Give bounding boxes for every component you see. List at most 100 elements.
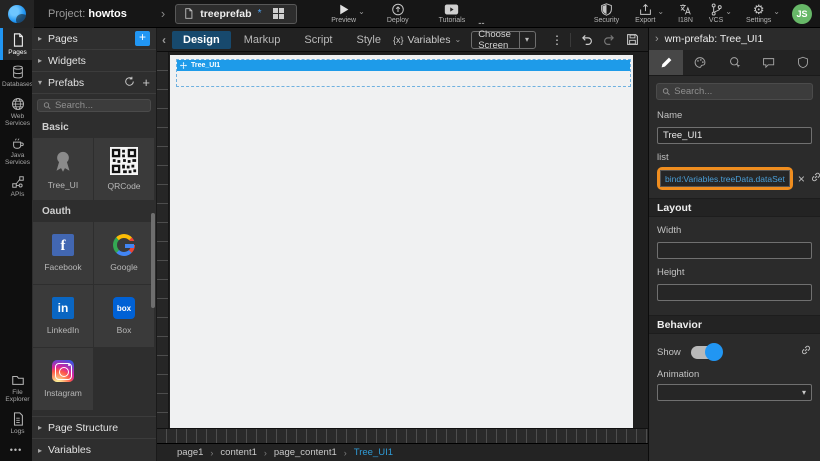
width-field-input[interactable] xyxy=(657,242,812,259)
rail-item-java-services[interactable]: Java Services xyxy=(0,131,32,170)
settings-caret-icon[interactable]: ⌄ xyxy=(773,7,780,16)
rail-item-file-explorer[interactable]: File Explorer xyxy=(0,368,32,407)
canvas-more-menu[interactable]: ⋮ xyxy=(544,33,571,47)
section-prefabs[interactable]: ▾ Prefabs + xyxy=(32,72,156,94)
deploy-button[interactable]: Deploy xyxy=(387,3,409,24)
rail-item-apis[interactable]: APIs xyxy=(0,170,32,202)
i18n-button[interactable]: I18N xyxy=(678,3,693,24)
screen-size-select[interactable]: -- Choose Screen Size -- ▾ xyxy=(471,31,536,49)
widget-title-bar[interactable]: Tree_UI1 xyxy=(177,60,630,71)
vcs-caret-icon[interactable]: ⌄ xyxy=(725,7,732,16)
wavemaker-studio: Project: howtos › treeprefab * Preview ⌄… xyxy=(0,0,820,461)
breadcrumb-page1[interactable]: page1 xyxy=(177,447,203,458)
breadcrumb-content1[interactable]: content1 xyxy=(220,447,256,458)
variables-dropdown[interactable]: {x} Variables ⌄ xyxy=(393,34,461,46)
box-icon: box xyxy=(113,297,135,319)
section-pages[interactable]: ▸ Pages + xyxy=(32,28,156,50)
behavior-section-header[interactable]: Behavior xyxy=(649,315,820,334)
prefab-tile-google[interactable]: Google xyxy=(94,222,154,284)
prefab-tile-instagram[interactable]: Instagram xyxy=(33,348,93,410)
properties-search-input[interactable] xyxy=(674,86,807,97)
tab-script[interactable]: Script xyxy=(293,31,343,49)
show-toggle[interactable] xyxy=(691,346,721,359)
prefab-tile-box[interactable]: box Box xyxy=(94,285,154,347)
prefab-tile-linkedin[interactable]: in LinkedIn xyxy=(33,285,93,347)
add-prefab-icon[interactable]: + xyxy=(142,78,150,88)
rail-label: Logs xyxy=(10,428,24,435)
bind-link-icon[interactable] xyxy=(810,170,820,188)
vcs-button[interactable]: VCS xyxy=(709,3,723,24)
rail-item-databases[interactable]: Databases xyxy=(0,60,32,92)
refresh-prefabs-icon[interactable] xyxy=(124,74,135,92)
animation-select[interactable]: ▾ xyxy=(657,384,812,401)
settings-button[interactable]: ⚙ Settings xyxy=(746,3,771,24)
prefab-tile-facebook[interactable]: f Facebook xyxy=(33,222,93,284)
pages-grid-icon[interactable] xyxy=(273,8,284,19)
tab-styles[interactable] xyxy=(683,50,717,75)
save-button[interactable] xyxy=(621,33,644,46)
preview-button[interactable]: Preview xyxy=(331,3,356,24)
tab-security[interactable] xyxy=(786,50,820,75)
undo-button[interactable] xyxy=(575,33,598,46)
breadcrumb-separator: › xyxy=(161,6,165,21)
layout-section-header[interactable]: Layout xyxy=(649,198,820,217)
variables-fx-icon: {x} xyxy=(393,35,404,45)
properties-panel: › wm-prefab: Tree_UI1 Name list xyxy=(648,28,820,461)
section-widgets[interactable]: ▸ Widgets xyxy=(32,50,156,72)
tab-markup[interactable]: Markup xyxy=(233,31,292,49)
tab-design[interactable]: Design xyxy=(172,31,231,49)
save-icon xyxy=(626,33,639,46)
collapse-properties-icon[interactable]: › xyxy=(655,33,659,45)
selected-widget-tree-ui1[interactable]: Tree_UI1 xyxy=(176,59,631,87)
name-field-input[interactable] xyxy=(657,127,812,144)
app-logo[interactable] xyxy=(0,0,34,28)
rail-label: File Explorer xyxy=(3,389,32,403)
chevron-right-icon: ▸ xyxy=(38,34,48,43)
tab-events[interactable] xyxy=(752,50,786,75)
tab-properties[interactable] xyxy=(649,50,683,75)
tutorials-button[interactable]: Tutorials xyxy=(439,3,466,24)
shield-icon xyxy=(600,3,613,16)
globe-icon xyxy=(11,97,25,111)
rail-item-logs[interactable]: Logs xyxy=(0,407,32,439)
rail-item-web-services[interactable]: Web Services xyxy=(0,92,32,131)
export-button[interactable]: Export xyxy=(635,3,655,24)
list-bind-value[interactable]: bind:Variables.treeData.dataSet xyxy=(660,170,790,187)
prefab-tile-tree-ui[interactable]: Tree_UI xyxy=(33,138,93,200)
prefab-name: Tree_UI xyxy=(48,180,78,190)
design-canvas[interactable]: Tree_UI1 xyxy=(170,55,633,428)
widget-breadcrumb: page1 › content1 › page_content1 › Tree_… xyxy=(157,443,648,461)
clear-bind-icon[interactable]: × xyxy=(798,172,805,186)
tab-style[interactable]: Style xyxy=(346,31,392,49)
breadcrumb-page-content1[interactable]: page_content1 xyxy=(274,447,337,458)
section-variables-label: Variables xyxy=(48,444,150,456)
redo-button[interactable] xyxy=(598,33,621,46)
prefab-search-input[interactable] xyxy=(55,100,145,111)
breadcrumb-tree-ui1[interactable]: Tree_UI1 xyxy=(354,447,393,458)
more-options-icon[interactable]: ••• xyxy=(0,439,32,461)
section-variables[interactable]: ▸ Variables xyxy=(32,439,156,461)
collapse-left-panel-button[interactable]: ‹ xyxy=(157,33,171,47)
section-prefabs-label: Prefabs xyxy=(48,77,117,89)
palette-icon xyxy=(693,56,707,69)
show-bind-link-icon[interactable] xyxy=(800,343,812,361)
height-field-input[interactable] xyxy=(657,284,812,301)
canvas-body: Tree_UI1 xyxy=(157,52,648,428)
preview-caret-icon[interactable]: ⌄ xyxy=(358,7,365,16)
properties-search[interactable] xyxy=(656,83,813,100)
section-page-structure[interactable]: ▸ Page Structure xyxy=(32,417,156,439)
tab-inspect[interactable] xyxy=(717,50,751,75)
rail-item-pages[interactable]: Pages xyxy=(0,28,32,60)
vcs-label: VCS xyxy=(709,17,723,24)
export-caret-icon[interactable]: ⌄ xyxy=(657,7,664,16)
prefab-search[interactable] xyxy=(37,99,151,112)
open-file-tab[interactable]: treeprefab * xyxy=(175,4,297,24)
user-avatar[interactable]: JS xyxy=(792,4,812,24)
prefab-tile-qrcode[interactable]: QRCode xyxy=(94,138,154,200)
add-page-button[interactable]: + xyxy=(135,31,150,46)
explorer-scrollbar[interactable] xyxy=(151,213,155,308)
unsaved-indicator: * xyxy=(258,8,262,19)
prefab-name: Instagram xyxy=(44,388,82,398)
security-button[interactable]: Security xyxy=(594,3,619,24)
section-widgets-label: Widgets xyxy=(48,55,150,67)
